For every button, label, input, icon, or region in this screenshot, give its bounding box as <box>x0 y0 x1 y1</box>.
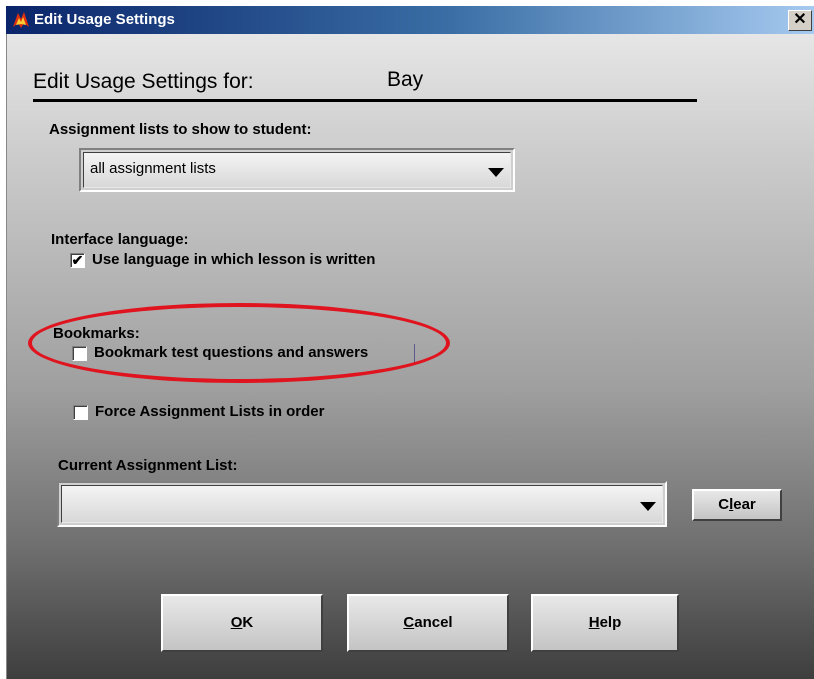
window-title: Edit Usage Settings <box>34 11 175 28</box>
help-button-label: elp <box>599 614 622 631</box>
app-logo-icon <box>13 12 29 28</box>
clear-button-suffix: ear <box>733 496 756 513</box>
bookmark-test-label: Bookmark test questions and answers <box>94 344 369 361</box>
use-lesson-language-label: Use language in which lesson is written <box>92 251 376 268</box>
bookmark-test-checkbox[interactable] <box>72 346 87 361</box>
header-label: Edit Usage Settings for: <box>33 70 254 93</box>
cancel-button-mnemonic: C <box>403 614 415 631</box>
title-bar[interactable]: Edit Usage Settings ✕ <box>6 6 814 34</box>
dialog-body: Edit Usage Settings for: Bay Assignment … <box>6 34 814 679</box>
student-name: Bay <box>387 68 424 91</box>
close-button[interactable]: ✕ <box>788 10 812 31</box>
help-button-mnemonic: H <box>588 614 600 631</box>
assignment-lists-dropdown[interactable]: all assignment lists <box>79 148 515 192</box>
ok-button[interactable]: OK <box>161 594 323 652</box>
current-assignment-dropdown[interactable] <box>57 481 667 527</box>
header-divider <box>33 99 697 102</box>
close-icon: ✕ <box>793 11 807 28</box>
assignment-lists-selected: all assignment lists <box>90 160 216 177</box>
focus-indicator <box>414 344 415 363</box>
interface-language-label: Interface language: <box>51 231 189 248</box>
chevron-down-icon <box>640 502 656 511</box>
current-assignment-label: Current Assignment List: <box>58 457 238 474</box>
clear-button-prefix: C <box>718 496 730 513</box>
help-button[interactable]: Help <box>531 594 679 652</box>
force-order-checkbox[interactable] <box>73 405 88 420</box>
checkmark-icon: ✔ <box>71 252 84 268</box>
cancel-button[interactable]: Cancel <box>347 594 509 652</box>
chevron-down-icon <box>488 168 504 177</box>
assignment-lists-label: Assignment lists to show to student: <box>49 121 312 138</box>
ok-button-mnemonic: O <box>230 614 243 631</box>
ok-button-label: K <box>242 614 254 631</box>
use-lesson-language-checkbox[interactable]: ✔ <box>70 253 85 268</box>
edit-usage-settings-dialog: Edit Usage Settings ✕ Edit Usage Setting… <box>6 6 814 679</box>
force-order-label: Force Assignment Lists in order <box>95 403 325 420</box>
cancel-button-label: ancel <box>414 614 453 631</box>
bookmarks-label: Bookmarks: <box>53 325 140 342</box>
clear-button[interactable]: Clear <box>692 489 782 521</box>
